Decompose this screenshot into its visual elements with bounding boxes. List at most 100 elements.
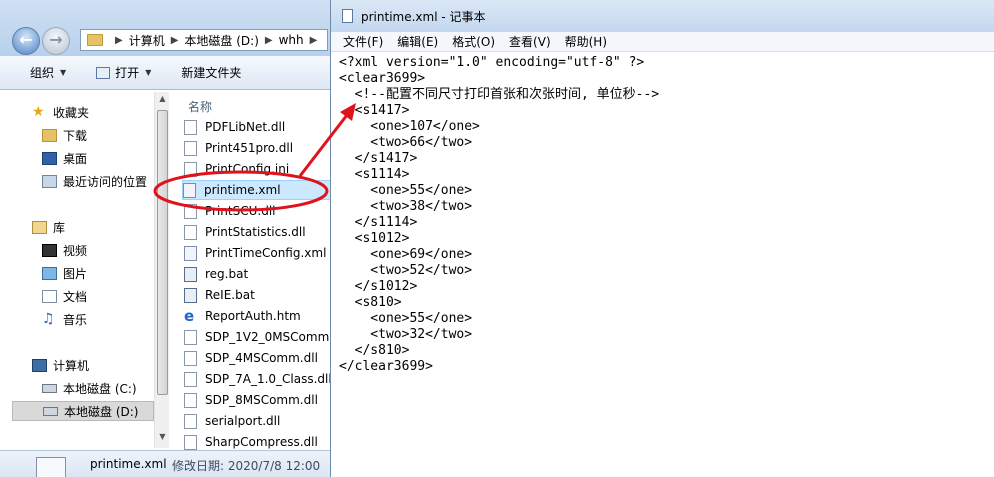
xml-file-icon (36, 457, 66, 477)
file-row[interactable]: serialport.dll (184, 411, 330, 431)
new-folder-button[interactable]: 新建文件夹 (181, 64, 241, 81)
dll-file-icon (184, 392, 197, 408)
open-label: 打开 (115, 66, 140, 80)
xml-file-icon (183, 182, 196, 198)
nav-computer[interactable]: 计算机 (32, 355, 89, 375)
file-name: SDP_8MSComm.dll (205, 393, 318, 407)
nav-drive-d[interactable]: 本地磁盘 (D:) (12, 401, 154, 421)
dll-file-icon (184, 119, 197, 135)
file-list: 名称 PDFLibNet.dll Print451pro.dll PrintConf… (170, 90, 330, 450)
file-row[interactable]: PrintSCU.dll (184, 201, 330, 221)
batch-file-icon (184, 287, 197, 303)
nav-favorites[interactable]: ★ 收藏夹 (32, 102, 89, 122)
column-header-name[interactable]: 名称 (188, 98, 212, 115)
nav-pictures[interactable]: 图片 (42, 263, 87, 283)
dll-file-icon (184, 140, 197, 156)
forward-button[interactable]: → (42, 27, 70, 55)
breadcrumb-drive-d[interactable]: 本地磁盘 (D:) (184, 32, 258, 49)
dll-file-icon (184, 371, 197, 387)
file-row[interactable]: PrintConfig.ini (184, 159, 330, 179)
music-icon: ♫ (42, 310, 55, 327)
file-name: SDP_7A_1.0_Class.dll (205, 372, 330, 386)
download-folder-icon (42, 128, 57, 142)
text-line: <one>107</one> (339, 119, 480, 134)
menu-format[interactable]: 格式(O) (452, 33, 495, 50)
file-name: reg.bat (205, 267, 249, 281)
text-line: <two>66</two> (339, 135, 473, 150)
file-name: PDFLibNet.dll (205, 120, 286, 134)
computer-icon (32, 358, 47, 372)
chevron-right-icon: ▶ (115, 34, 123, 46)
open-button[interactable]: 打开 ▼ (96, 64, 151, 81)
text-line: <!--配置不同尺寸打印首张和次张时间, 单位秒--> (339, 87, 660, 102)
nav-scrollbar[interactable]: ▲ ▼ (154, 92, 169, 448)
text-line: <s810> (339, 295, 402, 310)
menu-view[interactable]: 查看(V) (509, 33, 551, 50)
chevron-right-icon: ▶ (309, 34, 318, 46)
scroll-thumb[interactable] (157, 110, 168, 395)
explorer-window: ← → ▶ 计算机 ▶ 本地磁盘 (D:) ▶ whh ▶ 组织 ▼ 打开 ▼ … (0, 0, 330, 477)
text-line: <one>69</one> (339, 247, 473, 262)
nav-label: 库 (53, 220, 66, 235)
file-name: SDP_4MSComm.dll (205, 351, 318, 365)
file-name: PrintConfig.ini (205, 162, 290, 176)
menu-help[interactable]: 帮助(H) (565, 33, 607, 50)
window-icon (96, 66, 111, 79)
file-row[interactable]: ReIE.bat (184, 285, 330, 305)
nav-desktop[interactable]: 桌面 (42, 148, 87, 168)
nav-label: 文档 (63, 289, 88, 304)
file-row[interactable]: reg.bat (184, 264, 330, 284)
file-row[interactable]: Print451pro.dll (184, 138, 330, 158)
nav-label: 下载 (63, 128, 88, 143)
file-row[interactable]: SDP_4MSComm.dll (184, 348, 330, 368)
notepad-titlebar: printime.xml - 记事本 (331, 0, 994, 32)
details-filename: printime.xml (90, 457, 167, 471)
organize-button[interactable]: 组织 ▼ (30, 64, 66, 81)
text-line: <clear3699> (339, 71, 426, 86)
text-editor[interactable]: <?xml version="1.0" encoding="utf-8" ?> <… (331, 52, 994, 477)
scroll-down-icon[interactable]: ▼ (155, 432, 170, 441)
text-line: </s1417> (339, 151, 418, 166)
scroll-up-icon[interactable]: ▲ (155, 94, 170, 103)
details-modified-date: 修改日期: 2020/7/8 12:00 (172, 459, 321, 473)
nav-documents[interactable]: 文档 (42, 286, 87, 306)
video-icon (42, 243, 57, 257)
text-line: </s810> (339, 343, 410, 358)
menu-file[interactable]: 文件(F) (343, 33, 383, 50)
nav-libraries[interactable]: 库 (32, 217, 65, 237)
file-name: Print451pro.dll (205, 141, 294, 155)
file-row[interactable]: SDP_7A_1.0_Class.dll (184, 369, 330, 389)
file-row[interactable]: PrintStatistics.dll (184, 222, 330, 242)
nav-label: 本地磁盘 (D:) (64, 404, 139, 419)
file-name: PrintSCU.dll (205, 204, 276, 218)
breadcrumb-computer[interactable]: 计算机 (129, 32, 165, 49)
nav-music[interactable]: ♫ 音乐 (42, 309, 87, 329)
back-button[interactable]: ← (12, 27, 40, 55)
new-folder-label: 新建文件夹 (181, 66, 242, 80)
file-row[interactable]: e ReportAuth.htm (184, 306, 330, 326)
notepad-window: printime.xml - 记事本 文件(F) 编辑(E) 格式(O) 查看(… (330, 0, 994, 477)
organize-label: 组织 (30, 66, 55, 80)
menu-edit[interactable]: 编辑(E) (397, 33, 438, 50)
file-name: ReIE.bat (205, 288, 255, 302)
folder-icon (87, 34, 103, 46)
text-line: <two>32</two> (339, 327, 473, 342)
nav-videos[interactable]: 视频 (42, 240, 87, 260)
drive-icon (43, 406, 58, 416)
nav-recent[interactable]: 最近访问的位置 (42, 171, 147, 191)
nav-downloads[interactable]: 下载 (42, 125, 87, 145)
file-row[interactable]: SDP_8MSComm.dll (184, 390, 330, 410)
address-bar[interactable]: ▶ 计算机 ▶ 本地磁盘 (D:) ▶ whh ▶ (80, 29, 328, 51)
file-name: SharpCompress.dll (205, 435, 318, 449)
nav-drive-c[interactable]: 本地磁盘 (C:) (42, 378, 137, 398)
file-name: printime.xml (204, 183, 281, 197)
text-line: <one>55</one> (339, 183, 473, 198)
breadcrumb-whh[interactable]: whh (279, 33, 304, 47)
file-row[interactable]: SDP_1V2_0MSComm (184, 327, 330, 347)
file-row[interactable]: PDFLibNet.dll (184, 117, 330, 137)
xml-file-icon (184, 245, 197, 261)
file-row[interactable]: PrintTimeConfig.xml (184, 243, 330, 263)
file-row[interactable]: SharpCompress.dll (184, 432, 330, 450)
file-row-selected[interactable]: printime.xml (182, 180, 330, 200)
recent-places-icon (42, 174, 57, 188)
